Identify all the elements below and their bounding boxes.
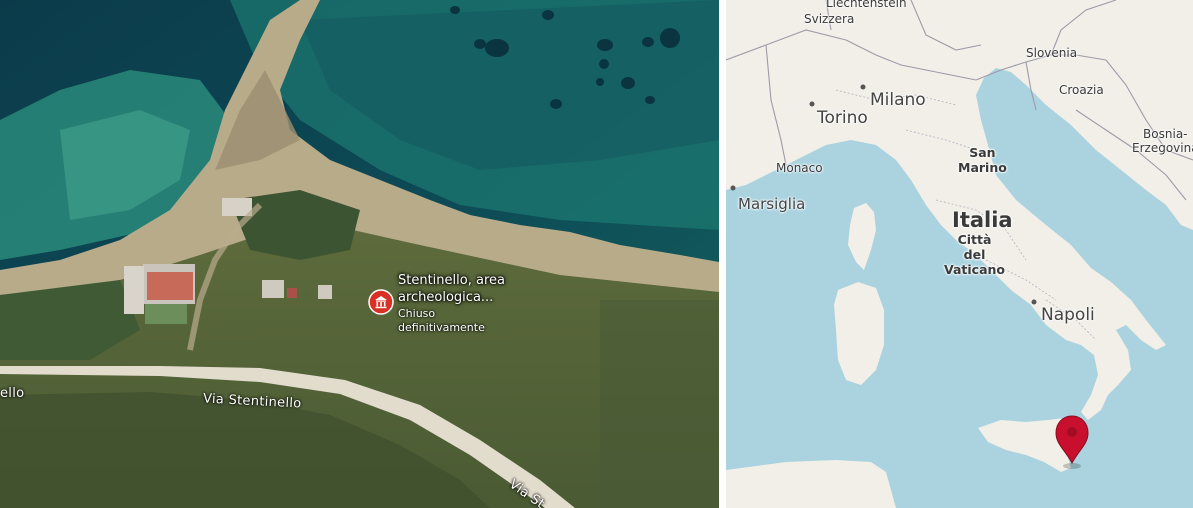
map-label-liechtenstein: Liechtenstein [826, 0, 907, 10]
poi-name-line1: Stentinello, area [398, 273, 505, 288]
map-label-torino: Torino [817, 108, 868, 128]
museum-icon [368, 289, 394, 315]
satellite-imagery [0, 0, 719, 508]
map-label-vaticano-line1: Città [957, 232, 992, 247]
map-label-monaco: Monaco [776, 161, 823, 175]
map-label-slovenia: Slovenia [1026, 46, 1078, 60]
poi-status-line2: definitivamente [398, 321, 485, 334]
map-label-bosnia-line1: Bosnia- [1143, 127, 1188, 141]
map-label-italia: Italia [952, 208, 1013, 232]
poi-marker[interactable] [368, 289, 394, 315]
road-label-fragment-left: ello [0, 386, 25, 401]
map-label-croazia: Croazia [1059, 83, 1104, 97]
map-label-san-marino: San Marino [958, 145, 1007, 175]
map-label-napoli: Napoli [1041, 305, 1095, 325]
map-label-san-marino-line2: Marino [958, 160, 1007, 175]
map-label-bosnia: Bosnia- Erzegovina [1132, 127, 1193, 155]
poi-status: Chiuso definitivamente [398, 307, 485, 335]
poi-name[interactable]: Stentinello, area archeologica... [398, 272, 505, 306]
map-label-bosnia-line2: Erzegovina [1132, 141, 1193, 155]
map-label-svizzera: Svizzera [804, 12, 855, 26]
map-label-vaticano-line3: Vaticano [944, 262, 1006, 277]
map-label-vaticano: Città del Vaticano [944, 232, 1005, 277]
locator-map[interactable]: Liechtenstein Svizzera Slovenia Croazia … [726, 0, 1193, 508]
satellite-map[interactable]: ello Via Stentinello Via St Stentinello,… [0, 0, 719, 508]
map-label-vaticano-line2: del [963, 247, 986, 262]
poi-name-line2: archeologica... [398, 290, 494, 305]
poi-status-line1: Chiuso [398, 307, 436, 320]
map-label-san-marino-line1: San [969, 145, 996, 160]
map-label-marsiglia: Marsiglia [738, 195, 806, 213]
map-label-milano: Milano [870, 90, 926, 110]
